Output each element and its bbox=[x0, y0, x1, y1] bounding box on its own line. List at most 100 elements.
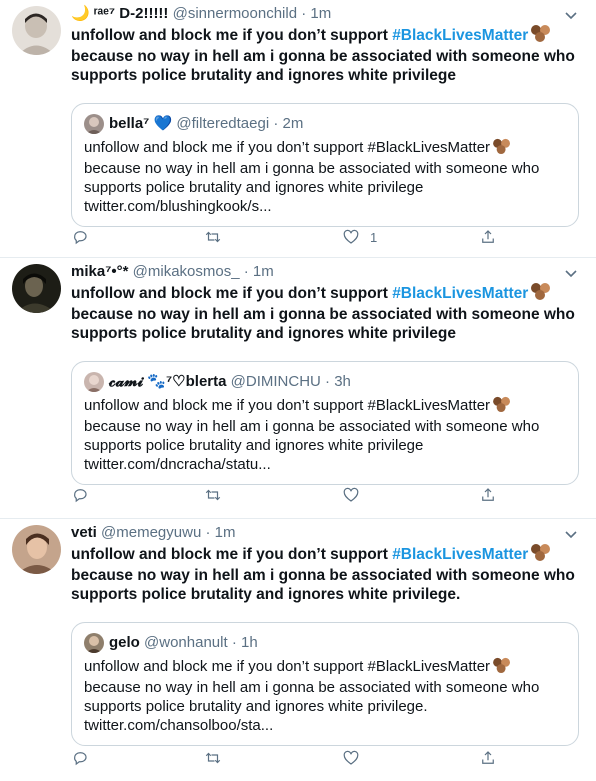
share-icon bbox=[479, 486, 497, 504]
tweet[interactable]: 🌙 ʳᵃᵉ⁷ D-2!!!!! @sinnermoonchild · 1m un… bbox=[0, 0, 596, 258]
like-count: 1 bbox=[370, 229, 378, 245]
hashtag-link[interactable]: #BlackLivesMatter bbox=[392, 27, 528, 44]
like-button[interactable] bbox=[342, 484, 370, 506]
quoted-text-end: because no way in hell am i gonna be ass… bbox=[84, 418, 540, 454]
tweet-content: 🌙 ʳᵃᵉ⁷ D-2!!!!! @sinnermoonchild · 1m un… bbox=[71, 4, 579, 227]
quoted-text-end: because no way in hell am i gonna be ass… bbox=[84, 679, 540, 715]
share-button[interactable] bbox=[479, 747, 497, 769]
raised-hands-emoji bbox=[492, 657, 512, 678]
quoted-display-name: 𝓬𝓪𝓶𝓲 🐾⁷♡blerta bbox=[109, 373, 227, 390]
display-name[interactable]: veti bbox=[71, 524, 97, 541]
reply-button[interactable] bbox=[71, 747, 89, 769]
reply-button[interactable] bbox=[71, 226, 89, 248]
quoted-user-handle: @filteredtaegi bbox=[176, 115, 270, 132]
timestamp[interactable]: 1m bbox=[215, 524, 236, 541]
quoted-timestamp: 2m bbox=[282, 115, 304, 132]
tweet-text-end: because no way in hell am i gonna be ass… bbox=[71, 567, 575, 603]
retweet-icon bbox=[204, 486, 222, 504]
separator-dot: · bbox=[273, 115, 279, 132]
share-icon bbox=[479, 749, 497, 767]
reply-icon bbox=[71, 228, 89, 246]
retweet-icon bbox=[204, 749, 222, 767]
tweet-text: unfollow and block me if you don’t suppo… bbox=[71, 24, 576, 85]
quoted-tweet[interactable]: bella⁷ 💙 @filteredtaegi · 2m unfollow an… bbox=[71, 103, 579, 227]
quoted-link[interactable]: twitter.com/blushingkook/s... bbox=[84, 198, 272, 215]
tweet-header: mika⁷•°* @mikakosmos_ · 1m bbox=[71, 262, 576, 282]
retweet-icon bbox=[204, 228, 222, 246]
tweet-text: unfollow and block me if you don’t suppo… bbox=[71, 282, 576, 343]
retweet-button[interactable] bbox=[204, 484, 222, 506]
hashtag-link[interactable]: #BlackLivesMatter bbox=[392, 285, 528, 302]
separator-dot: · bbox=[325, 373, 331, 390]
like-button[interactable] bbox=[342, 747, 370, 769]
share-button[interactable] bbox=[479, 484, 497, 506]
raised-hands-emoji bbox=[492, 396, 512, 417]
timestamp[interactable]: 1m bbox=[253, 263, 274, 280]
timestamp[interactable]: 1m bbox=[310, 5, 331, 22]
tweet[interactable]: veti @memegyuwu · 1m unfollow and block … bbox=[0, 519, 596, 781]
tweet-content: veti @memegyuwu · 1m unfollow and block … bbox=[71, 523, 579, 746]
avatar[interactable] bbox=[12, 6, 61, 55]
tweet-actions bbox=[71, 484, 501, 506]
heart-icon bbox=[342, 228, 360, 246]
quoted-tweet[interactable]: 𝓬𝓪𝓶𝓲 🐾⁷♡blerta @DIMINCHU · 3h unfollow a… bbox=[71, 361, 579, 485]
user-handle[interactable]: @mikakosmos_ bbox=[133, 263, 240, 280]
quoted-timestamp: 3h bbox=[334, 373, 351, 390]
retweet-button[interactable] bbox=[204, 747, 222, 769]
tweet-header: 🌙 ʳᵃᵉ⁷ D-2!!!!! @sinnermoonchild · 1m bbox=[71, 4, 576, 24]
raised-hands-emoji bbox=[530, 24, 552, 47]
quoted-tweet[interactable]: gelo @wonhanult · 1h unfollow and block … bbox=[71, 622, 579, 746]
display-name[interactable]: mika⁷•°* bbox=[71, 263, 128, 280]
reply-button[interactable] bbox=[71, 484, 89, 506]
quoted-link[interactable]: twitter.com/chansolboo/sta... bbox=[84, 717, 273, 734]
heart-icon bbox=[342, 486, 360, 504]
quoted-tweet-header: gelo @wonhanult · 1h bbox=[84, 633, 566, 653]
tweet-text-start: unfollow and block me if you don’t suppo… bbox=[71, 27, 393, 44]
quoted-timestamp: 1h bbox=[240, 634, 258, 651]
hashtag-link[interactable]: #BlackLivesMatter bbox=[392, 546, 528, 563]
quoted-avatar bbox=[84, 372, 104, 392]
tweet-header: veti @memegyuwu · 1m bbox=[71, 523, 576, 543]
quoted-display-name: bella⁷ 💙 bbox=[109, 115, 173, 132]
tweet-text-end: because no way in hell am i gonna be ass… bbox=[71, 48, 575, 84]
quoted-text-start: unfollow and block me if you don’t suppo… bbox=[84, 139, 491, 156]
avatar[interactable] bbox=[12, 525, 61, 574]
separator-dot: · bbox=[243, 263, 249, 280]
quoted-tweet-text: unfollow and block me if you don’t suppo… bbox=[84, 138, 566, 216]
reply-icon bbox=[71, 749, 89, 767]
separator-dot: · bbox=[205, 524, 211, 541]
timeline: 🌙 ʳᵃᵉ⁷ D-2!!!!! @sinnermoonchild · 1m un… bbox=[0, 0, 596, 781]
tweet-text-start: unfollow and block me if you don’t suppo… bbox=[71, 546, 393, 563]
quoted-display-name: gelo bbox=[109, 634, 140, 651]
user-handle[interactable]: @memegyuwu bbox=[101, 524, 201, 541]
heart-icon bbox=[342, 749, 360, 767]
quoted-link[interactable]: twitter.com/dncracha/statu... bbox=[84, 456, 271, 473]
raised-hands-emoji bbox=[530, 282, 552, 305]
separator-dot: · bbox=[301, 5, 307, 22]
quoted-text-start: unfollow and block me if you don’t suppo… bbox=[84, 397, 491, 414]
tweet-text-end: because no way in hell am i gonna be ass… bbox=[71, 306, 575, 342]
tweet-actions bbox=[71, 747, 501, 769]
quoted-tweet-text: unfollow and block me if you don’t suppo… bbox=[84, 396, 566, 474]
share-icon bbox=[479, 228, 497, 246]
quoted-text-start: unfollow and block me if you don’t suppo… bbox=[84, 658, 491, 675]
raised-hands-emoji bbox=[492, 138, 512, 159]
quoted-avatar bbox=[84, 633, 104, 653]
quoted-tweet-text: unfollow and block me if you don’t suppo… bbox=[84, 657, 566, 735]
user-handle[interactable]: @sinnermoonchild bbox=[173, 5, 297, 22]
quoted-avatar bbox=[84, 114, 104, 134]
reply-icon bbox=[71, 486, 89, 504]
avatar[interactable] bbox=[12, 264, 61, 313]
raised-hands-emoji bbox=[530, 543, 552, 566]
display-name[interactable]: 🌙 ʳᵃᵉ⁷ D-2!!!!! bbox=[71, 5, 168, 22]
retweet-button[interactable] bbox=[204, 226, 222, 248]
quoted-text-end: because no way in hell am i gonna be ass… bbox=[84, 160, 540, 196]
share-button[interactable] bbox=[479, 226, 497, 248]
tweet-content: mika⁷•°* @mikakosmos_ · 1m unfollow and … bbox=[71, 262, 579, 485]
quoted-tweet-header: bella⁷ 💙 @filteredtaegi · 2m bbox=[84, 114, 566, 134]
like-button[interactable]: 1 bbox=[342, 226, 377, 248]
tweet-actions: 1 bbox=[71, 226, 501, 248]
quoted-tweet-header: 𝓬𝓪𝓶𝓲 🐾⁷♡blerta @DIMINCHU · 3h bbox=[84, 372, 566, 392]
quoted-user-handle: @DIMINCHU bbox=[230, 373, 321, 390]
tweet[interactable]: mika⁷•°* @mikakosmos_ · 1m unfollow and … bbox=[0, 258, 596, 519]
